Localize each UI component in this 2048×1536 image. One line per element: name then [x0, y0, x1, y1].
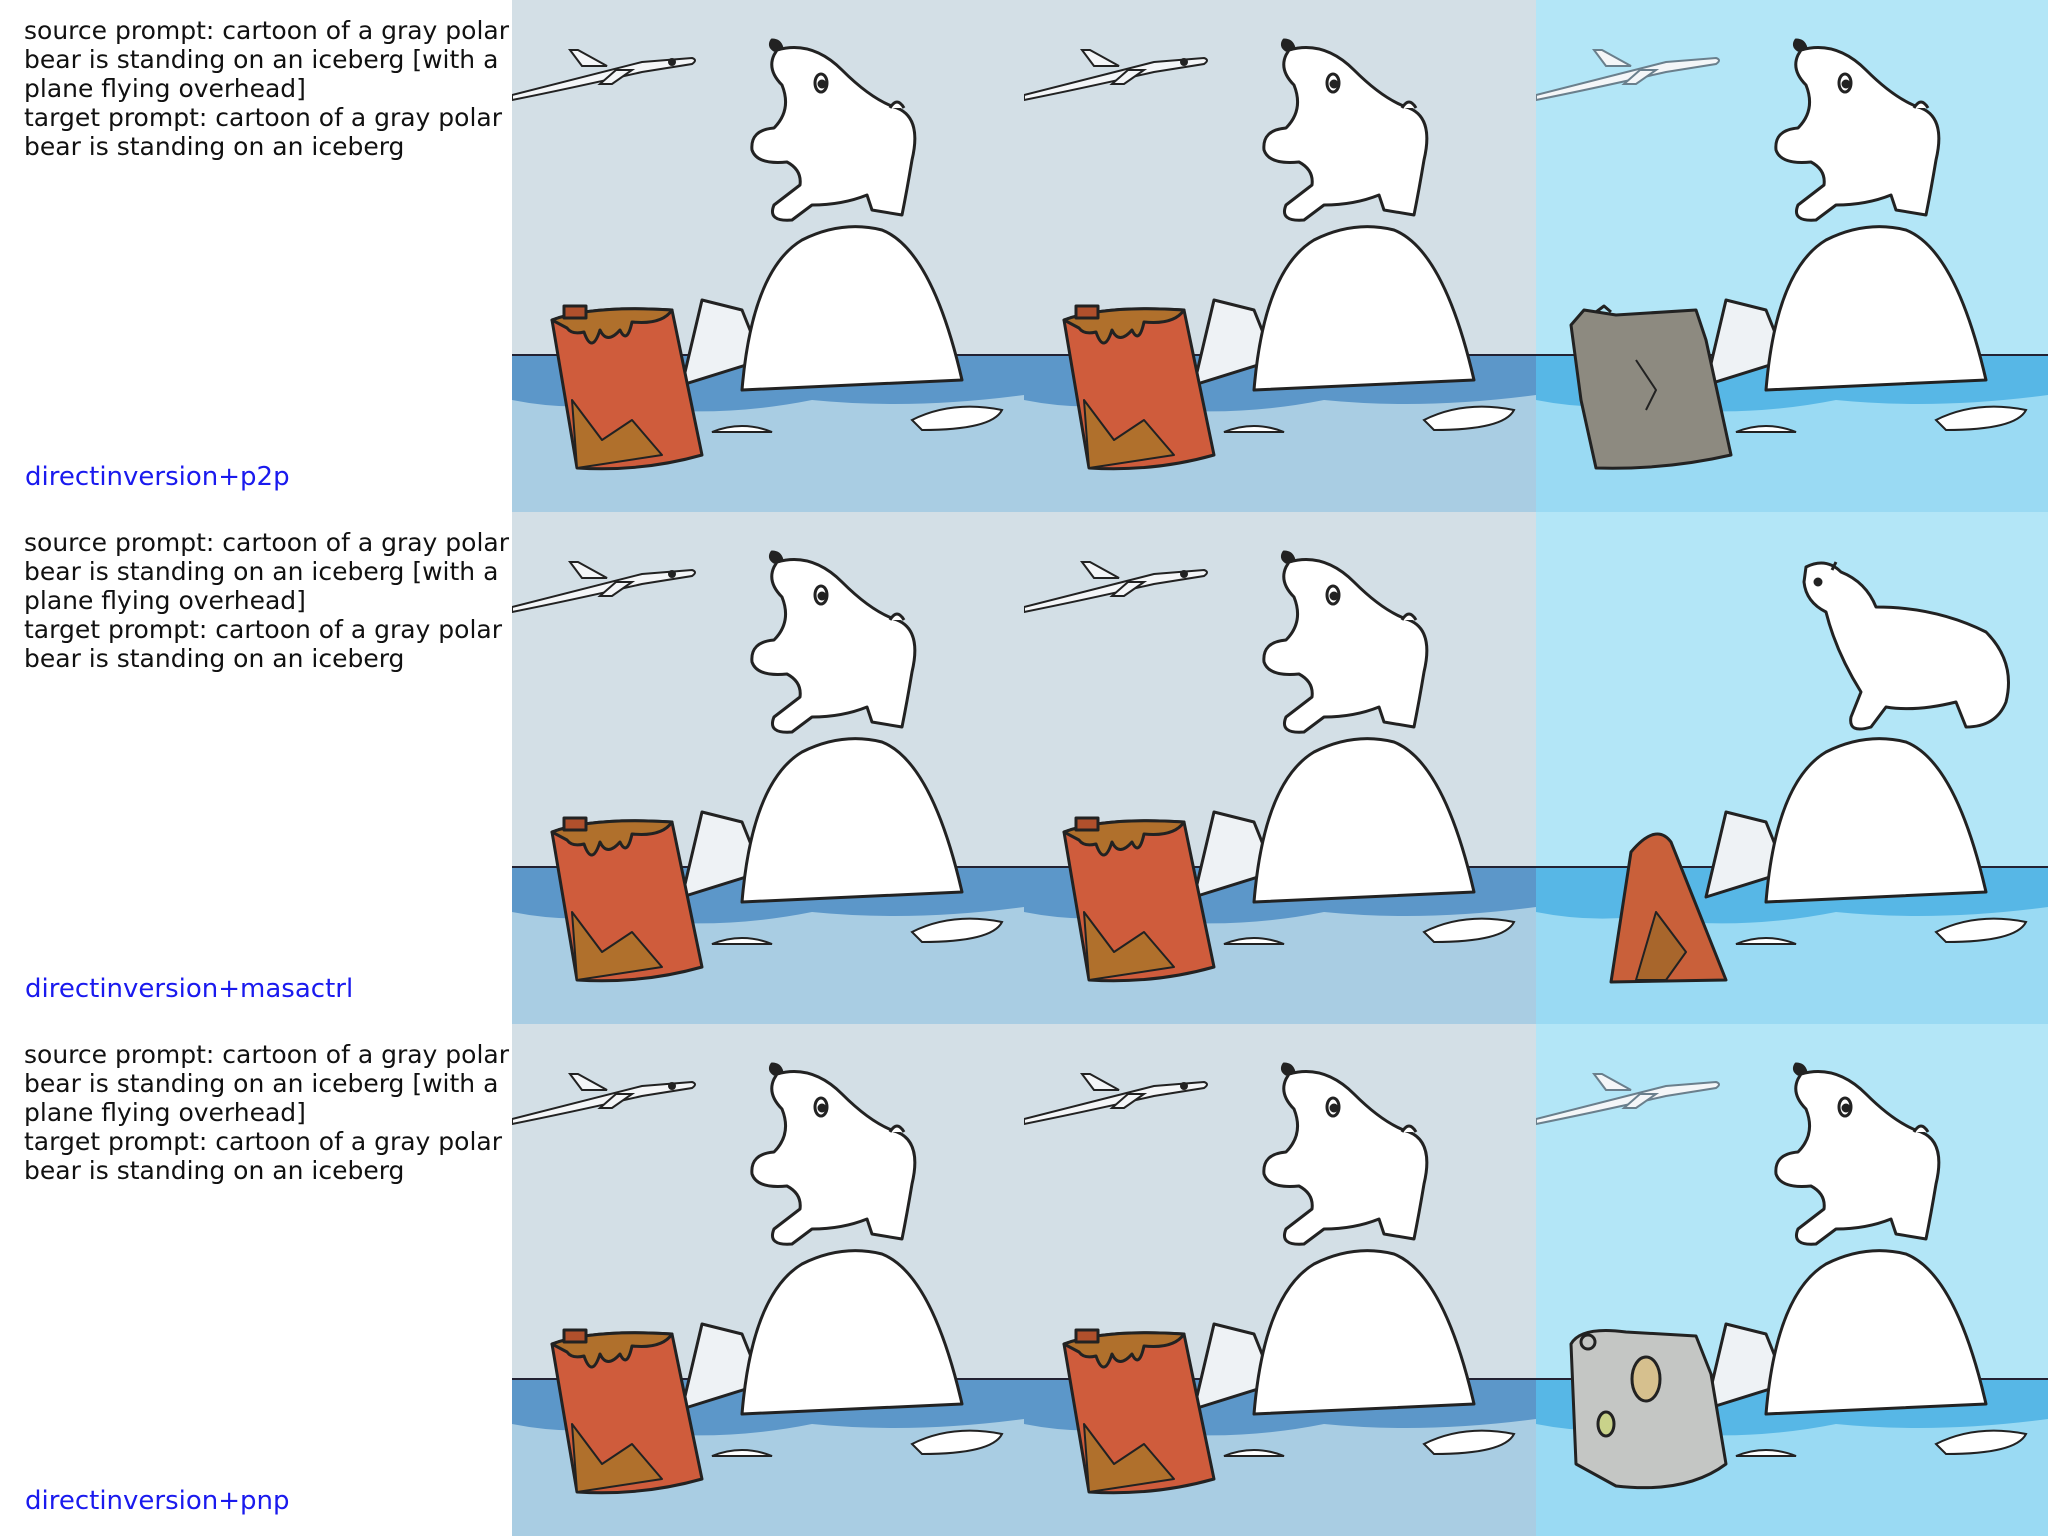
reconstructed-image — [1024, 1024, 1536, 1536]
edited-image — [1536, 0, 2048, 512]
prompt-text: source prompt: cartoon of a gray polar b… — [24, 1040, 510, 1185]
source-image — [512, 512, 1024, 1024]
result-row-pnp: source prompt: cartoon of a gray polar b… — [0, 1024, 2048, 1536]
prompt-panel: source prompt: cartoon of a gray polar b… — [0, 512, 512, 1024]
result-row-masactrl: source prompt: cartoon of a gray polar b… — [0, 512, 2048, 1024]
source-prompt: source prompt: cartoon of a gray polar b… — [24, 528, 510, 615]
method-label: directinversion+p2p — [25, 462, 290, 492]
method-label: directinversion+pnp — [25, 1486, 290, 1516]
prompt-text: source prompt: cartoon of a gray polar b… — [24, 528, 510, 673]
can-icon — [1569, 1329, 1728, 1490]
target-prompt: target prompt: cartoon of a gray polar b… — [24, 103, 503, 161]
target-prompt: target prompt: cartoon of a gray polar b… — [24, 615, 503, 673]
source-image — [512, 1024, 1024, 1536]
prompt-panel: source prompt: cartoon of a gray polar b… — [0, 0, 512, 512]
reconstructed-image — [1024, 0, 1536, 512]
source-prompt: source prompt: cartoon of a gray polar b… — [24, 1040, 510, 1127]
target-prompt: target prompt: cartoon of a gray polar b… — [24, 1127, 503, 1185]
method-label: directinversion+masactrl — [25, 974, 354, 1004]
edited-image — [1536, 1024, 2048, 1536]
source-image — [512, 0, 1024, 512]
prompt-panel: source prompt: cartoon of a gray polar b… — [0, 1024, 512, 1536]
prompt-text: source prompt: cartoon of a gray polar b… — [24, 16, 510, 161]
source-prompt: source prompt: cartoon of a gray polar b… — [24, 16, 510, 103]
reconstructed-image — [1024, 512, 1536, 1024]
result-row-p2p: source prompt: cartoon of a gray polar b… — [0, 0, 2048, 512]
edited-image — [1536, 512, 2048, 1024]
comparison-grid: source prompt: cartoon of a gray polar b… — [0, 0, 2048, 1536]
